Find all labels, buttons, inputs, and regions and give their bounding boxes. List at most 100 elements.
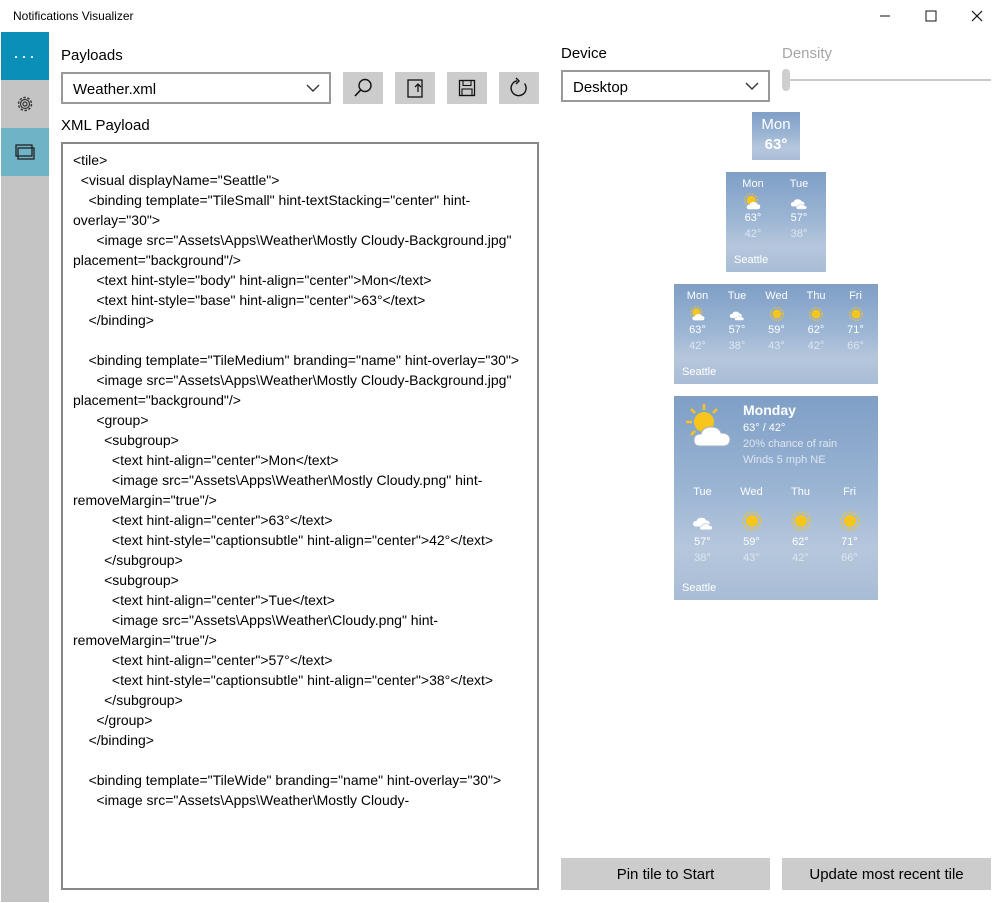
forecast-high: 62° [792,536,809,548]
forecast-day-name: Fri [849,290,862,302]
forecast-day: Mon 63° 42° [678,290,717,352]
forecast-low: 38° [728,340,746,352]
forecast-day-name: Tue [693,486,712,498]
density-slider-thumb[interactable] [782,69,790,91]
tile-small-day: Mon [761,116,791,133]
xml-editor[interactable]: <tile> <visual displayName="Seattle"> <b… [61,142,539,890]
code-line: <subgroup> [73,572,179,588]
forecast-high: 71° [841,536,858,548]
code-line: <image src="Assets\Apps\Weather\Cloudy.p… [73,612,439,648]
update-tile-button[interactable]: Update most recent tile [782,858,991,890]
tiles-icon [15,144,35,160]
chevron-down-icon [745,82,759,90]
forecast-low: 38° [694,552,711,564]
forecast-day: Tue 57° 38° [776,178,822,240]
forecast-day-name: Tue [789,178,809,190]
sunny-icon [741,511,762,531]
forecast-high: 57° [694,536,711,548]
sunny-icon [848,306,863,322]
forecast-day-name: Wed [765,290,788,302]
forecast-low: 43° [768,340,785,352]
search-button[interactable] [343,72,383,104]
forecast-day: Thu 62° 42° [797,290,836,352]
tile-large: Monday 63° / 42° 20% chance of rain Wind… [674,396,878,600]
tiles-button[interactable] [1,128,49,176]
forecast-day-name: Mon [686,290,709,302]
forecast-day-name: Mon [742,178,764,190]
payloads-label: Payloads [61,47,123,64]
open-file-icon [407,79,423,98]
forecast-day-name: Fri [843,486,856,498]
forecast-day: Wed 59° 43° [757,290,796,352]
code-line: <binding template="TileWide" branding="n… [73,772,502,788]
forecast-low: 42° [744,228,762,240]
device-dropdown[interactable]: Desktop [561,70,770,102]
close-icon [971,10,983,22]
forecast-low: 66° [841,552,858,564]
code-line: <image src="Assets\Apps\Weather\Mostly C… [73,372,516,408]
forecast-day-name: Thu [806,290,826,302]
open-file-button[interactable] [395,72,435,104]
code-line: <text hint-style="base" hint-align="cent… [73,292,426,308]
refresh-icon [510,77,527,97]
tile-large-line2: 20% chance of rain [743,438,838,450]
forecast-low: 66° [847,340,864,352]
pin-tile-button[interactable]: Pin tile to Start [561,858,770,890]
cloudy-icon [790,199,807,210]
more-button[interactable]: ··· [1,32,49,80]
forecast-high: 63° [689,324,706,336]
cloudy-icon [692,517,713,531]
code-line: <image src="Assets\Apps\Weather\Mostly C… [73,472,483,508]
maximize-icon [925,10,937,22]
code-line: <text hint-style="body" hint-align="cent… [73,272,432,288]
forecast-low: 38° [790,228,808,240]
refresh-button[interactable] [499,72,539,104]
chevron-down-icon [306,84,320,92]
tile-large-title: Monday [743,402,796,418]
forecast-high: 59° [768,324,785,336]
sunny-icon [790,511,811,531]
minimize-button[interactable] [862,0,908,32]
code-line: <text hint-align="center">63°</text> [73,512,333,528]
forecast-low: 42° [689,340,706,352]
code-line: <text hint-style="captionsubtle" hint-al… [73,672,494,688]
forecast-day: Tue 57° 38° [678,486,727,564]
payloads-selected: Weather.xml [73,81,157,98]
device-selected: Desktop [573,79,629,96]
forecast-day: Fri 71° 66° [836,290,875,352]
code-line: <image src="Assets\Apps\Weather\Mostly C… [73,792,410,808]
pin-tile-label: Pin tile to Start [616,865,715,883]
tile-large-line3: Winds 5 mph NE [743,454,826,466]
forecast-low: 43° [743,552,760,564]
forecast-high: 62° [807,324,825,336]
tile-large-line1: 63° / 42° [743,422,786,434]
code-line: </binding> [73,732,154,748]
code-line: <text hint-align="center">Mon</text> [73,452,339,468]
density-label: Density [782,45,833,62]
code-line: <binding template="TileMedium" branding=… [73,352,520,368]
code-line: <text hint-style="captionsubtle" hint-al… [73,532,494,548]
tile-wide-branding: Seattle [682,366,717,378]
partly-cloudy-icon [689,306,704,321]
forecast-day-name: Thu [791,486,810,498]
forecast-day: Tue 57° 38° [718,290,757,352]
settings-button[interactable] [1,80,49,128]
payloads-dropdown[interactable]: Weather.xml [61,72,331,104]
device-label: Device [561,45,607,62]
code-line: <tile> [73,152,108,168]
search-icon [354,78,372,97]
minimize-icon [880,15,890,17]
forecast-low: 42° [807,340,825,352]
title-bar: Notifications Visualizer [0,0,1002,32]
forecast-high: 71° [847,324,864,336]
save-button[interactable] [447,72,487,104]
maximize-button[interactable] [908,0,954,32]
tile-large-branding: Seattle [682,582,717,594]
close-button[interactable] [954,0,1000,32]
density-slider-track[interactable] [786,79,991,81]
partly-cloudy-icon [686,404,731,447]
code-line: </subgroup> [73,552,183,568]
code-line: <group> [73,412,149,428]
